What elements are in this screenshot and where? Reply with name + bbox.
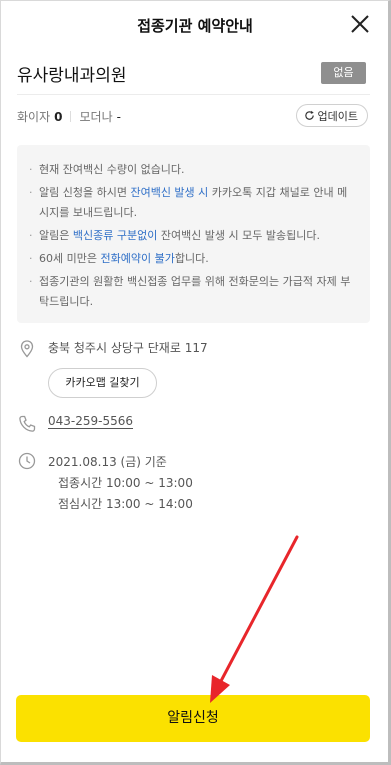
notice-highlight: 백신종류 구분없이 [72, 229, 158, 242]
phone-number-link[interactable]: 043-259-5566 [48, 414, 133, 428]
refresh-label: 업데이트 [317, 109, 358, 123]
count-separator [70, 111, 72, 122]
facility-name: 유사랑내과의원 [17, 66, 127, 86]
page-title: 접종기관 예약안내 [137, 17, 253, 35]
phone-icon [19, 415, 36, 432]
stock-status-badge: 없음 [321, 62, 366, 84]
notice-text: 현재 잔여백신 수량이 없습니다. [39, 163, 185, 176]
lunch-hours: 점심시간 13:00 ~ 14:00 [58, 497, 193, 511]
notice-item: 알림은 백신종류 구분없이 잔여백신 발생 시 모두 발송됩니다. [29, 226, 356, 246]
address-row: 충북 청주시 상당구 단재로 117 [17, 339, 208, 359]
notice-box: 현재 잔여백신 수량이 없습니다. 알림 신청을 하시면 잔여백신 발생 시 카… [17, 145, 370, 323]
refresh-icon [304, 110, 314, 120]
notice-text: 알림 신청을 하시면 [39, 186, 131, 199]
pfizer-count: 0 [54, 109, 63, 124]
close-icon [351, 15, 369, 33]
hours-row [17, 451, 48, 471]
notice-text: 60세 미만은 [39, 252, 101, 265]
kakaomap-directions-button[interactable]: 카카오맵 길찾기 [48, 368, 157, 398]
refresh-button[interactable]: 업데이트 [295, 104, 368, 127]
notice-item: 60세 미만은 전화예약이 불가합니다. [29, 249, 356, 269]
hours-date: 2021.08.13 (금) 기준 [48, 455, 167, 469]
alert-request-button[interactable]: 알림신청 [16, 695, 370, 742]
pfizer-label: 화이자 [17, 110, 51, 124]
address-text: 충북 청주시 상당구 단재로 117 [48, 341, 208, 355]
notice-text: 합니다. [174, 252, 209, 265]
header: 접종기관 예약안내 [1, 1, 389, 49]
notice-text: 잔여백신 발생 시 모두 발송됩니다. [157, 229, 320, 242]
divider [17, 94, 370, 95]
phone-row: 043-259-5566 [17, 414, 133, 434]
vaccination-hours: 접종시간 10:00 ~ 13:00 [58, 476, 193, 490]
clock-icon [18, 452, 36, 470]
close-button[interactable] [349, 13, 371, 35]
notice-item: 알림 신청을 하시면 잔여백신 발생 시 카카오톡 지갑 채널로 안내 메시지를… [29, 183, 356, 223]
notice-item: 접종기관의 원활한 백신접종 업무를 위해 전화문의는 가급적 자제 부탁드립니… [29, 272, 356, 312]
location-pin-icon [20, 340, 34, 358]
moderna-count: - [116, 109, 121, 124]
modal-frame: 접종기관 예약안내 유사랑내과의원 없음 화이자 0 모더나 - 업데이트 현재… [0, 0, 391, 765]
notice-item: 현재 잔여백신 수량이 없습니다. [29, 160, 356, 180]
notice-highlight: 전화예약이 불가 [100, 252, 175, 265]
moderna-label: 모더나 [79, 110, 113, 124]
vaccine-counts: 화이자 0 모더나 - [17, 108, 121, 125]
notice-text: 알림은 [39, 229, 73, 242]
notice-text: 접종기관의 원활한 백신접종 업무를 위해 전화문의는 가급적 자제 부탁드립니… [39, 275, 351, 308]
notice-highlight: 잔여백신 발생 시 [130, 186, 209, 199]
operating-hours: 2021.08.13 (금) 기준 접종시간 10:00 ~ 13:00 점심시… [48, 452, 193, 515]
